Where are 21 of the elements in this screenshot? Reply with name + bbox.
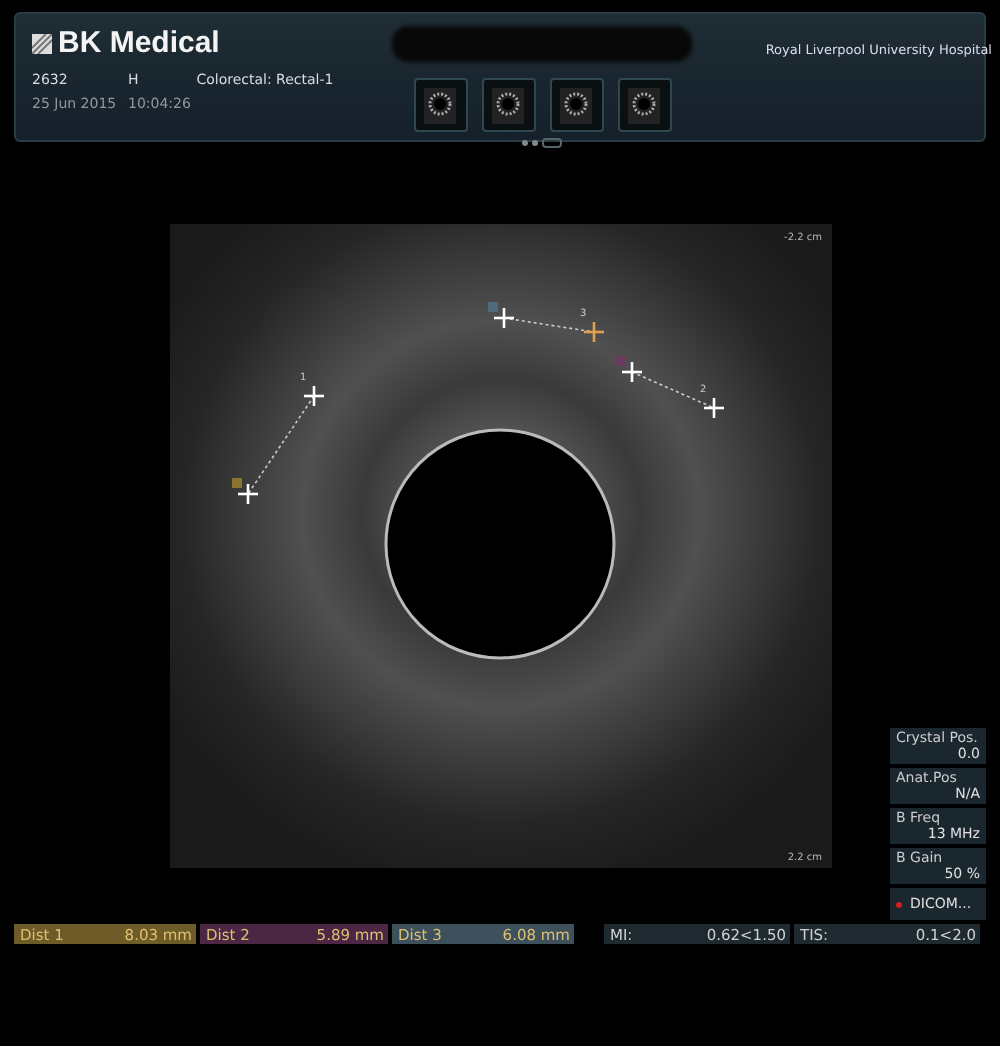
brand-name: BK Medical: [58, 26, 220, 60]
measurement-line[interactable]: [631, 371, 715, 409]
caliper-cross-icon[interactable]: [704, 398, 724, 418]
logo-icon: [32, 33, 52, 53]
measurement-line[interactable]: [247, 395, 315, 495]
status-dot-icon: [896, 901, 902, 907]
caliper-cross-icon[interactable]: [304, 386, 324, 406]
page-indicator[interactable]: [522, 140, 528, 146]
page-indicator[interactable]: [532, 140, 538, 146]
ultrasound-thumbnail-icon: [492, 87, 524, 123]
ultrasound-thumbnail-icon: [560, 87, 592, 123]
ultrasound-thumbnail-icon: [628, 87, 660, 123]
image-thumbnail[interactable]: [413, 78, 467, 132]
caliper-cross-icon[interactable]: [494, 308, 514, 328]
page-indicator[interactable]: [542, 138, 562, 148]
image-thumbnail[interactable]: [481, 78, 535, 132]
ultrasound-thumbnail-icon: [424, 87, 456, 123]
caliper-cross-icon[interactable]: [238, 484, 258, 504]
image-thumbnail[interactable]: [617, 78, 671, 132]
image-thumbnail[interactable]: [549, 78, 603, 132]
caliper-cross-icon[interactable]: [622, 362, 642, 382]
